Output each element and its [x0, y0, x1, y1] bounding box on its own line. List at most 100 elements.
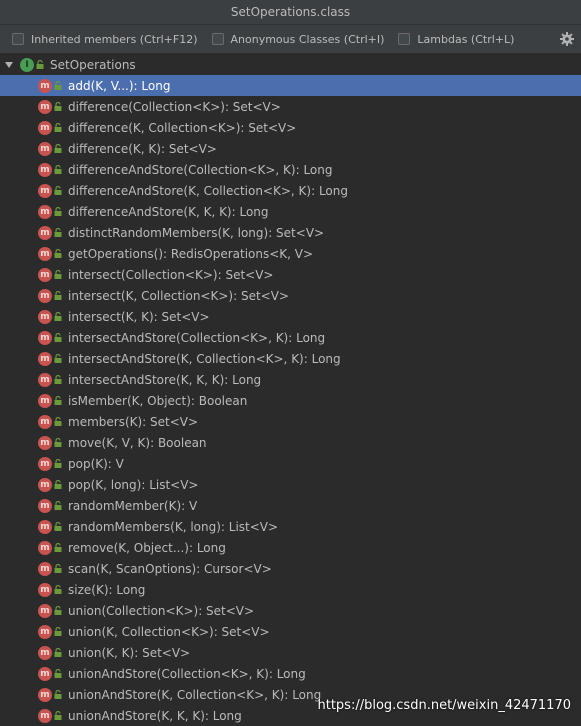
structure-tree: I SetOperations m add(K, V...): Long m diff…: [0, 54, 581, 726]
tree-item-method[interactable]: m intersect(Collection<K>): Set<V>: [0, 264, 581, 285]
public-lock-icon: [54, 438, 62, 447]
tree-item-method[interactable]: m intersect(K, Collection<K>): Set<V>: [0, 285, 581, 306]
method-label: union(K, Collection<K>): Set<V>: [68, 624, 270, 639]
public-lock-icon: [54, 123, 62, 132]
public-lock-icon: [54, 144, 62, 153]
method-label: union(Collection<K>): Set<V>: [68, 603, 255, 618]
tree-item-method[interactable]: m randomMembers(K, long): List<V>: [0, 516, 581, 537]
method-label: intersect(Collection<K>): Set<V>: [68, 267, 274, 282]
public-lock-icon: [54, 165, 62, 174]
watermark-text: https://blog.csdn.net/weixin_42471170: [317, 698, 571, 713]
tree-item-method[interactable]: m size(K): Long: [0, 579, 581, 600]
method-label: size(K): Long: [68, 582, 146, 597]
method-label: intersect(K, K): Set<V>: [68, 309, 210, 324]
public-lock-icon: [54, 375, 62, 384]
inherited-members-checkbox[interactable]: [12, 33, 24, 45]
method-icon: m: [38, 540, 52, 555]
tree-item-method[interactable]: m remove(K, Object...): Long: [0, 537, 581, 558]
tree-item-method[interactable]: m distinctRandomMembers(K, long): Set<V>: [0, 222, 581, 243]
inherited-members-label: Inherited members (Ctrl+F12): [31, 32, 198, 46]
method-label: getOperations(): RedisOperations<K, V>: [68, 246, 314, 261]
method-icon: m: [38, 708, 52, 723]
tree-item-method[interactable]: m union(K, K): Set<V>: [0, 642, 581, 663]
method-label: differenceAndStore(Collection<K>, K): Lo…: [68, 162, 333, 177]
tree-item-method[interactable]: m getOperations(): RedisOperations<K, V>: [0, 243, 581, 264]
tree-item-method[interactable]: m pop(K): V: [0, 453, 581, 474]
method-icon: m: [38, 351, 52, 366]
tree-item-method[interactable]: m randomMember(K): V: [0, 495, 581, 516]
public-lock-icon: [54, 207, 62, 216]
lambdas-option[interactable]: Lambdas (Ctrl+L): [398, 33, 514, 46]
anonymous-classes-label: Anonymous Classes (Ctrl+I): [230, 32, 385, 46]
method-icon: m: [38, 456, 52, 471]
anonymous-classes-option[interactable]: Anonymous Classes (Ctrl+I): [211, 32, 385, 46]
tree-root-setoperations[interactable]: I SetOperations: [0, 54, 581, 75]
method-label: difference(K, Collection<K>): Set<V>: [68, 120, 297, 135]
tree-item-method[interactable]: m difference(K, K): Set<V>: [0, 138, 581, 159]
public-lock-icon: [54, 522, 62, 531]
tree-item-method[interactable]: m intersectAndStore(K, Collection<K>, K):…: [0, 348, 581, 369]
public-lock-icon: [54, 270, 62, 279]
expand-arrow-icon[interactable]: [4, 60, 14, 70]
public-lock-icon: [54, 396, 62, 405]
tree-item-method[interactable]: m intersectAndStore(Collection<K>, K): Lo…: [0, 327, 581, 348]
tree-item-method[interactable]: m isMember(K, Object): Boolean: [0, 390, 581, 411]
tree-item-method[interactable]: m unionAndStore(Collection<K>, K): Long: [0, 663, 581, 684]
method-icon: m: [38, 414, 52, 429]
public-lock-icon: [54, 81, 62, 90]
tree-item-method[interactable]: m differenceAndStore(K, Collection<K>, K)…: [0, 180, 581, 201]
tree-item-method[interactable]: m add(K, V...): Long: [0, 75, 581, 96]
tree-item-method[interactable]: m move(K, V, K): Boolean: [0, 432, 581, 453]
interface-icon: I: [20, 57, 34, 72]
tree-item-method[interactable]: m union(Collection<K>): Set<V>: [0, 600, 581, 621]
method-icon: m: [38, 141, 52, 156]
public-lock-icon: [54, 354, 62, 363]
method-label: unionAndStore(K, Collection<K>, K): Long: [68, 687, 322, 702]
method-label: unionAndStore(K, K, K): Long: [68, 708, 242, 723]
tree-item-method[interactable]: m difference(K, Collection<K>): Set<V>: [0, 117, 581, 138]
tree-item-method[interactable]: m difference(Collection<K>): Set<V>: [0, 96, 581, 117]
tree-item-method[interactable]: m scan(K, ScanOptions): Cursor<V>: [0, 558, 581, 579]
tree-root-label: SetOperations: [50, 57, 136, 72]
method-icon: m: [38, 561, 52, 576]
gear-icon[interactable]: [559, 31, 575, 47]
tree-item-method[interactable]: m intersectAndStore(K, K, K): Long: [0, 369, 581, 390]
public-lock-icon: [54, 249, 62, 258]
method-icon: m: [38, 309, 52, 324]
public-lock-icon: [54, 417, 62, 426]
method-icon: m: [38, 372, 52, 387]
method-icon: m: [38, 78, 52, 93]
anonymous-classes-checkbox[interactable]: [211, 33, 224, 45]
method-label: intersectAndStore(K, K, K): Long: [68, 372, 262, 387]
method-icon: m: [38, 624, 52, 639]
method-label: intersect(K, Collection<K>): Set<V>: [68, 288, 289, 303]
window-title: SetOperations.class: [0, 0, 581, 25]
lambdas-checkbox[interactable]: [398, 33, 411, 45]
public-lock-icon: [54, 333, 62, 342]
method-icon: m: [38, 603, 52, 618]
method-icon: m: [38, 582, 52, 597]
public-lock-icon: [36, 60, 44, 69]
method-icon: m: [38, 183, 52, 198]
tree-item-method[interactable]: m differenceAndStore(K, K, K): Long: [0, 201, 581, 222]
method-icon: m: [38, 645, 52, 660]
tree-item-method[interactable]: m intersect(K, K): Set<V>: [0, 306, 581, 327]
public-lock-icon: [54, 102, 62, 111]
method-label: scan(K, ScanOptions): Cursor<V>: [68, 561, 272, 576]
tree-item-method[interactable]: m members(K): Set<V>: [0, 411, 581, 432]
public-lock-icon: [54, 312, 62, 321]
public-lock-icon: [54, 648, 62, 657]
tree-item-method[interactable]: m differenceAndStore(Collection<K>, K): L…: [0, 159, 581, 180]
method-label: distinctRandomMembers(K, long): Set<V>: [68, 225, 325, 240]
method-label: randomMember(K): V: [68, 498, 198, 513]
inherited-members-option[interactable]: Inherited members (Ctrl+F12): [12, 33, 198, 46]
public-lock-icon: [54, 585, 62, 594]
method-label: differenceAndStore(K, K, K): Long: [68, 204, 269, 219]
method-label: move(K, V, K): Boolean: [68, 435, 207, 450]
tree-item-method[interactable]: m pop(K, long): List<V>: [0, 474, 581, 495]
method-label: remove(K, Object...): Long: [68, 540, 226, 555]
method-label: pop(K, long): List<V>: [68, 477, 199, 492]
tree-item-method[interactable]: m union(K, Collection<K>): Set<V>: [0, 621, 581, 642]
method-icon: m: [38, 435, 52, 450]
method-label: intersectAndStore(Collection<K>, K): Lon…: [68, 330, 326, 345]
